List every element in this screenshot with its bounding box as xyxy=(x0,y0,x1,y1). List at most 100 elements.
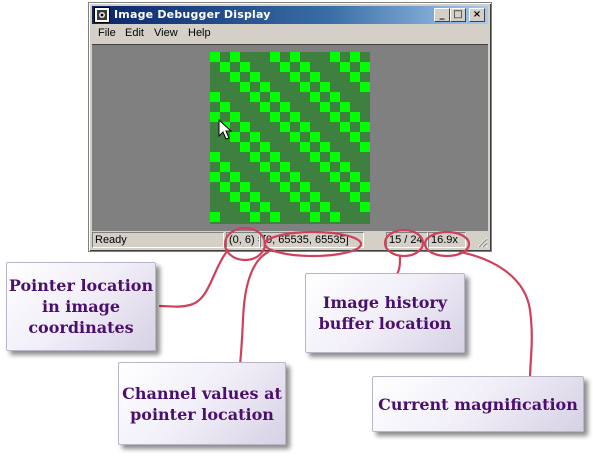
checker-square xyxy=(220,102,230,112)
resize-grip-icon[interactable] xyxy=(476,236,488,248)
magnification-readout: 16.9x xyxy=(428,232,466,248)
checker-square xyxy=(350,72,360,82)
checker-square xyxy=(310,132,320,142)
callout-magnification: Current magnification xyxy=(372,376,584,432)
title-bar[interactable]: Image Debugger Display _ □ × xyxy=(92,6,488,24)
image-debugger-window: Image Debugger Display _ □ × File Edit V… xyxy=(88,2,492,252)
magnification-connector xyxy=(458,250,533,380)
checker-square xyxy=(260,202,270,212)
checker-square xyxy=(300,182,310,192)
minimize-button[interactable]: _ xyxy=(434,8,450,22)
image-canvas[interactable] xyxy=(92,44,488,231)
checker-square xyxy=(230,192,240,202)
checker-square xyxy=(350,52,360,62)
checker-square xyxy=(280,182,290,192)
checker-square xyxy=(210,172,220,182)
checker-square xyxy=(320,82,330,92)
close-button[interactable]: × xyxy=(469,8,485,22)
callout-magnification-text: Current magnification xyxy=(378,394,578,414)
debug-image-checkerboard[interactable] xyxy=(210,52,370,224)
checker-square xyxy=(270,52,280,62)
checker-square xyxy=(220,162,230,172)
checker-square xyxy=(300,62,310,72)
checker-square xyxy=(290,132,300,142)
checker-square xyxy=(290,172,300,182)
callout-pointer-location: Pointer location in image coordinates xyxy=(6,262,156,351)
checker-square xyxy=(310,192,320,202)
window-title: Image Debugger Display xyxy=(114,8,271,21)
menu-file[interactable]: File xyxy=(98,27,116,39)
checker-square xyxy=(360,182,370,192)
checker-square xyxy=(360,62,370,72)
checker-square xyxy=(250,92,260,102)
checker-square xyxy=(260,102,270,112)
checker-square xyxy=(340,162,350,172)
minimize-icon: _ xyxy=(439,9,445,20)
checker-square xyxy=(280,102,290,112)
checker-square xyxy=(330,92,340,102)
checker-square xyxy=(320,142,330,152)
menu-edit[interactable]: Edit xyxy=(125,27,144,39)
checker-square xyxy=(300,122,310,132)
checker-square xyxy=(340,62,350,72)
checker-square xyxy=(310,72,320,82)
pointer-location-connector xyxy=(158,248,230,308)
checker-square xyxy=(290,72,300,82)
checker-square xyxy=(280,162,290,172)
menu-bar: File Edit View Help xyxy=(92,24,488,42)
checker-square xyxy=(220,182,230,192)
maximize-icon: □ xyxy=(453,9,463,20)
checker-square xyxy=(250,212,260,222)
checker-square xyxy=(280,62,290,72)
checker-square xyxy=(360,82,370,92)
checker-square xyxy=(240,122,250,132)
checker-square xyxy=(270,152,280,162)
checker-square xyxy=(340,182,350,192)
checker-square xyxy=(220,62,230,72)
channel-values-connector xyxy=(238,250,270,367)
checker-square xyxy=(350,172,360,182)
checker-square xyxy=(290,112,300,122)
history-position-readout: 15 / 24 xyxy=(386,232,428,248)
checker-square xyxy=(270,172,280,182)
close-icon: × xyxy=(472,9,482,20)
checker-square xyxy=(250,192,260,202)
callout-image-history-text: Image history buffer location xyxy=(318,293,452,333)
callout-channel-values-text: Channel values at pointer location xyxy=(122,383,282,424)
checker-square xyxy=(270,112,280,122)
checker-square xyxy=(350,132,360,142)
checker-square xyxy=(230,52,240,62)
checker-square xyxy=(330,52,340,62)
callout-channel-values: Channel values at pointer location xyxy=(118,362,286,445)
checker-square xyxy=(210,92,220,102)
checker-square xyxy=(320,102,330,112)
checker-square xyxy=(320,202,330,212)
channel-values-readout: [0, 65535, 65535] xyxy=(260,232,364,248)
checker-square xyxy=(240,202,250,212)
checker-square xyxy=(240,182,250,192)
menu-view[interactable]: View xyxy=(154,27,178,39)
checker-square xyxy=(260,82,270,92)
checker-square xyxy=(250,132,260,142)
checker-square xyxy=(270,92,280,102)
checker-square xyxy=(260,142,270,152)
checker-square xyxy=(310,92,320,102)
checker-square xyxy=(230,172,240,182)
checker-square xyxy=(210,52,220,62)
checker-square xyxy=(300,202,310,212)
checker-square xyxy=(330,212,340,222)
checker-square xyxy=(350,112,360,122)
checker-square xyxy=(340,102,350,112)
checker-square xyxy=(240,82,250,92)
app-icon[interactable] xyxy=(94,7,110,23)
callout-image-history: Image history buffer location xyxy=(305,273,465,353)
checker-square xyxy=(240,142,250,152)
checker-square xyxy=(210,152,220,162)
checker-square xyxy=(240,62,250,72)
mouse-pointer-icon xyxy=(218,119,233,140)
checker-square xyxy=(330,172,340,182)
checker-square xyxy=(250,72,260,82)
checker-square xyxy=(320,162,330,172)
maximize-button[interactable]: □ xyxy=(450,8,466,22)
menu-help[interactable]: Help xyxy=(188,27,211,39)
